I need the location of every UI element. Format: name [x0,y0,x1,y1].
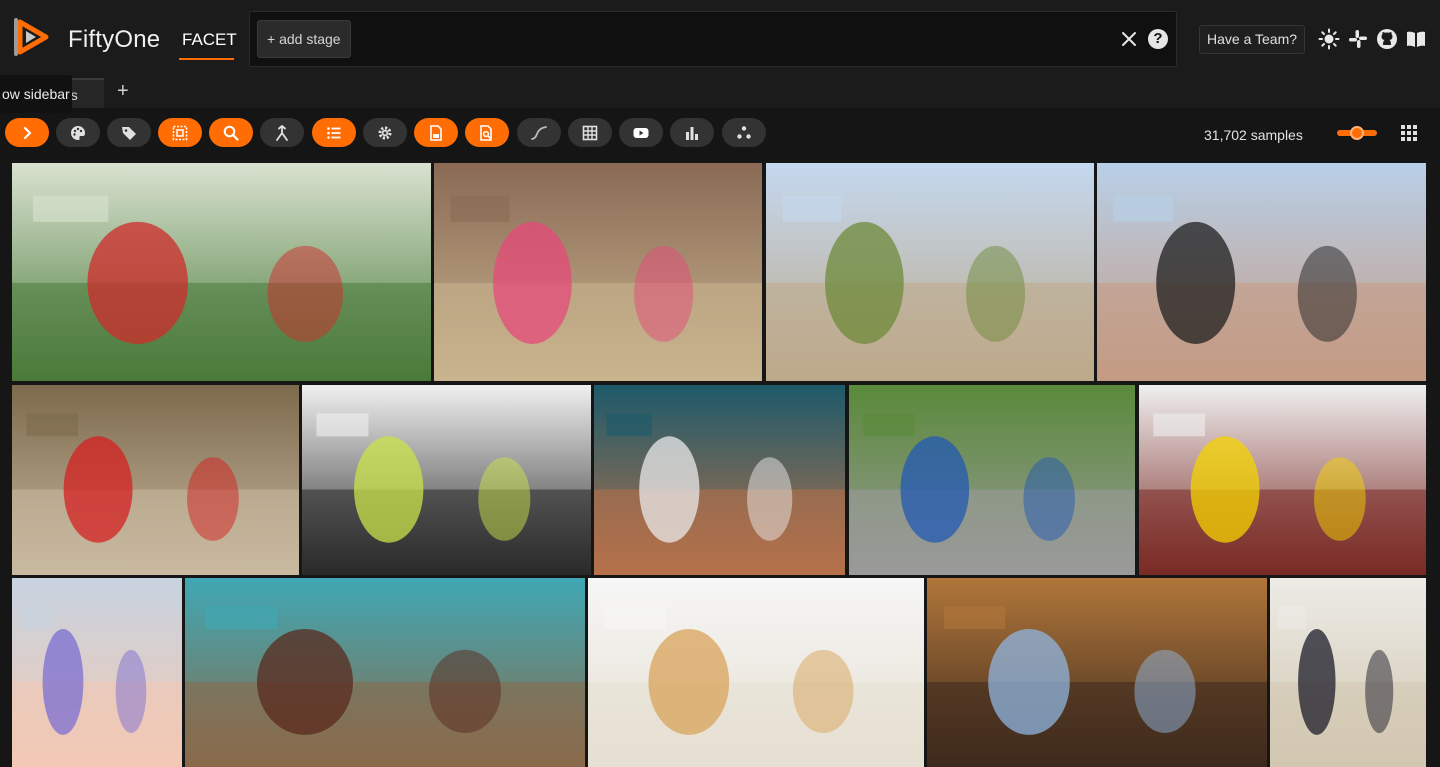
export-button[interactable] [414,118,458,147]
chevron-right-icon [23,126,32,139]
view-bar: + add stage ? [249,11,1177,67]
sample-image-laptop[interactable] [302,385,591,575]
tag-button[interactable] [107,118,151,147]
top-header: FiftyOne FACET + add stage ? Have a Team… [0,0,1440,78]
close-icon[interactable] [1119,29,1139,49]
thumbnail-double-exposure-figures [588,578,924,767]
thumbnail-honor-guard-flags [1270,578,1426,767]
list-icon [327,126,341,139]
embeddings-icon [737,125,751,139]
sample-image-police-officers[interactable] [1097,163,1426,381]
zoom-slider[interactable] [1337,126,1377,140]
toggle-sidebar-button[interactable] [5,118,49,147]
thumbnail-police-motorcycle-street [849,385,1135,575]
video-icon [633,127,649,138]
sample-image-protest[interactable] [12,163,431,381]
github-icon[interactable] [1376,28,1398,50]
sample-image-garden[interactable] [434,163,762,381]
tag-icon [122,126,136,140]
thumbnail-protest-riot-police [12,163,431,381]
sample-image-race-car[interactable] [1139,385,1426,575]
help-icon[interactable]: ? [1148,29,1168,49]
thumbnail-dental-syringe-mouth [12,578,182,767]
zoom-slider-thumb[interactable] [1350,126,1364,140]
select-icon [172,125,188,140]
sample-image-clay-pots[interactable] [185,578,585,767]
list-view-button[interactable] [312,118,356,147]
actions-row: 31,702 samples [0,108,1440,158]
settings-button[interactable] [363,118,407,147]
have-a-team-button[interactable]: Have a Team? [1199,25,1306,54]
sample-image-construction[interactable] [12,385,299,575]
sample-image-double-exposure[interactable] [588,578,924,767]
sample-image-singer[interactable] [927,578,1267,767]
sample-grid [0,158,1440,767]
fiftyone-logo-icon[interactable] [12,16,54,58]
search-icon [223,125,239,141]
inspect-button[interactable] [465,118,509,147]
show-sidebar-tooltip: ow sidebar [0,75,72,113]
panel-tabs: es + [0,78,1440,108]
sample-image-dental[interactable] [12,578,182,767]
video-button[interactable] [619,118,663,147]
bar-chart-icon [686,126,698,140]
docs-book-icon[interactable] [1405,28,1427,50]
thumbnail-baseball-batter-swinging [594,385,845,575]
thumbnail-race-car-in-garage [1139,385,1426,575]
search-button[interactable] [209,118,253,147]
sun-icon[interactable] [1318,28,1340,50]
gear-icon [378,126,392,139]
curve-icon [531,125,547,140]
sample-image-honor-guard[interactable] [1270,578,1426,767]
sample-image-baseball[interactable] [594,385,845,575]
document-icon [430,124,442,141]
app-title: FiftyOne [68,26,161,53]
thumbnail-woman-with-clay-pots [185,578,585,767]
slack-icon[interactable] [1347,28,1369,50]
thumbnail-desert-dirt-trail [766,163,1094,381]
dataset-name[interactable]: FACET [182,30,237,50]
thumbnail-two-police-officers-square [1097,163,1426,381]
sample-image-desert-trail[interactable] [766,163,1094,381]
thumbnail-construction-site-danger-sign [12,385,299,575]
merge-icon [276,124,288,141]
dataset-tab-underline [179,58,234,60]
merge-button[interactable] [260,118,304,147]
color-scheme-button[interactable] [56,118,100,147]
sample-count: 31,702 samples [1204,127,1303,143]
histogram-button[interactable] [670,118,714,147]
palette-icon [71,125,85,140]
add-panel-button[interactable]: + [117,80,129,103]
embeddings-button[interactable] [722,118,766,147]
thumbnail-woman-in-flower-garden [434,163,762,381]
document-search-icon [480,124,492,141]
select-samples-button[interactable] [158,118,202,147]
thumbnail-singer-at-microphone [927,578,1267,767]
add-stage-button[interactable]: + add stage [257,20,351,58]
table-icon [582,125,598,140]
thumbnail-hands-typing-on-laptop [302,385,591,575]
sample-image-police-motorcycle[interactable] [849,385,1135,575]
table-button[interactable] [568,118,612,147]
grid-view-icon[interactable] [1400,124,1418,142]
curve-button[interactable] [517,118,561,147]
